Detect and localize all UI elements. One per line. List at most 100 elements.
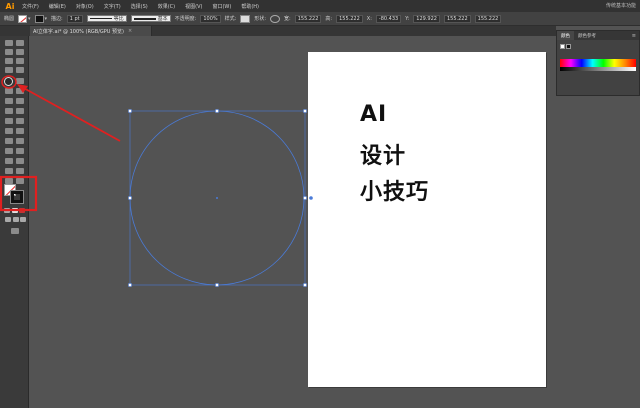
draw-inside-icon[interactable] bbox=[20, 217, 26, 222]
opacity-field[interactable]: 100% bbox=[200, 14, 221, 23]
resize-handle-se[interactable] bbox=[303, 283, 307, 287]
graphic-style-swatch[interactable] bbox=[240, 14, 251, 23]
x-field[interactable]: -80.433 bbox=[375, 14, 402, 23]
app-logo: Ai bbox=[5, 1, 15, 11]
brush-definition[interactable]: 基本 bbox=[130, 15, 171, 22]
symbol-sprayer-tool-icon[interactable] bbox=[5, 158, 13, 164]
zoom-tool-icon[interactable] bbox=[16, 178, 24, 184]
menu-view[interactable]: 视图(V) bbox=[185, 3, 202, 10]
eyedropper-tool-icon[interactable] bbox=[5, 148, 13, 154]
tab-color[interactable]: 颜色 bbox=[557, 31, 574, 40]
document-tab-bar: AI立体字.ai* @ 100% (RGB/GPU 预览) × bbox=[0, 26, 640, 36]
stroke-color-swatch[interactable] bbox=[10, 190, 24, 204]
resize-handle-sw[interactable] bbox=[128, 283, 132, 287]
slice-tool-icon[interactable] bbox=[16, 168, 24, 174]
y-label: Y: bbox=[405, 15, 410, 22]
artboard-text-line-1[interactable]: AI bbox=[360, 102, 387, 127]
menu-file[interactable]: 文件(F) bbox=[22, 3, 39, 10]
menu-effect[interactable]: 效果(C) bbox=[158, 3, 175, 10]
none-mode-icon[interactable] bbox=[19, 208, 25, 213]
column-graph-tool-icon[interactable] bbox=[16, 158, 24, 164]
curvature-tool-icon[interactable] bbox=[16, 58, 24, 64]
shape-builder-tool-icon[interactable] bbox=[5, 128, 13, 134]
resize-handle-ne[interactable] bbox=[303, 109, 307, 113]
ellipse-shape[interactable] bbox=[129, 110, 305, 286]
document-tab-title: AI立体字.ai* @ 100% (RGB/GPU 预览) bbox=[33, 28, 125, 35]
ellipse-tool-icon[interactable] bbox=[4, 77, 13, 86]
fill-swatch[interactable]: ▾ bbox=[18, 14, 31, 23]
resize-handle-e[interactable] bbox=[303, 196, 307, 200]
opacity-label: 不透明度: bbox=[174, 16, 197, 22]
ellipse-shape-icon[interactable] bbox=[270, 14, 281, 23]
color-spectrum[interactable] bbox=[560, 59, 636, 67]
bounding-box[interactable] bbox=[129, 110, 306, 286]
draw-normal-icon[interactable] bbox=[5, 217, 11, 222]
menu-help[interactable]: 帮助(H) bbox=[241, 3, 259, 10]
artboard-text-line-3[interactable]: 小技巧 bbox=[360, 174, 429, 206]
gradient-tool-icon[interactable] bbox=[16, 138, 24, 144]
menu-edit[interactable]: 编辑(E) bbox=[49, 3, 66, 10]
y-field[interactable]: 129.922 bbox=[413, 14, 440, 23]
line-tool-icon[interactable] bbox=[16, 67, 24, 73]
screen-mode-icon[interactable] bbox=[11, 228, 19, 234]
scissors-tool-icon[interactable] bbox=[16, 98, 24, 104]
h-label: 高: bbox=[325, 16, 333, 22]
type-tool-icon[interactable] bbox=[5, 67, 13, 73]
color-mode-icon[interactable] bbox=[12, 208, 18, 213]
height-field-2[interactable]: 155.222 bbox=[474, 14, 502, 23]
scale-tool-icon[interactable] bbox=[16, 108, 24, 114]
close-icon[interactable]: × bbox=[128, 28, 132, 34]
rotate-tool-icon[interactable] bbox=[5, 108, 13, 114]
illustrator-window: Ai 文件(F) 编辑(E) 对象(O) 文字(T) 选择(S) 效果(C) 视… bbox=[0, 0, 640, 408]
menu-window[interactable]: 窗口(W) bbox=[212, 3, 231, 10]
eraser-tool-icon[interactable] bbox=[5, 98, 13, 104]
panel-stroke-swatch[interactable] bbox=[566, 44, 571, 49]
grayscale-ramp[interactable] bbox=[560, 67, 636, 71]
chevron-down-icon: ▾ bbox=[44, 15, 48, 22]
draw-behind-icon[interactable] bbox=[13, 217, 19, 222]
variable-width-profile[interactable]: 等比 bbox=[86, 15, 127, 22]
artboard-tool-icon[interactable] bbox=[5, 168, 13, 174]
artboard-text-line-2[interactable]: 设计 bbox=[360, 138, 406, 170]
tools-panel bbox=[0, 36, 29, 408]
resize-handle-s[interactable] bbox=[215, 283, 219, 287]
panel-menu-icon[interactable]: ≡ bbox=[632, 33, 639, 39]
direct-selection-tool-icon[interactable] bbox=[16, 40, 24, 46]
stroke-swatch[interactable]: ▾ bbox=[34, 14, 48, 23]
resize-handle-nw[interactable] bbox=[128, 109, 132, 113]
profile-label: 等比 bbox=[113, 16, 124, 22]
blend-tool-icon[interactable] bbox=[16, 148, 24, 154]
selection-type-label: 椭圆 bbox=[4, 16, 15, 22]
lasso-tool-icon[interactable] bbox=[16, 49, 24, 55]
resize-handle-w[interactable] bbox=[128, 196, 132, 200]
menu-type[interactable]: 文字(T) bbox=[104, 3, 121, 10]
width-field[interactable]: 155.222 bbox=[294, 14, 322, 23]
perspective-grid-tool-icon[interactable] bbox=[16, 128, 24, 134]
selection-tool-icon[interactable] bbox=[5, 40, 13, 46]
menu-object[interactable]: 对象(O) bbox=[76, 3, 94, 10]
paintbrush-tool-icon[interactable] bbox=[16, 78, 24, 84]
height-field[interactable]: 155.222 bbox=[336, 14, 363, 23]
default-colors-icon[interactable] bbox=[4, 208, 10, 213]
mesh-tool-icon[interactable] bbox=[5, 138, 13, 144]
magic-wand-tool-icon[interactable] bbox=[5, 49, 13, 55]
stroke-weight-field[interactable]: 1 pt bbox=[66, 14, 83, 23]
panel-fill-swatch[interactable] bbox=[560, 44, 565, 49]
workspace-name[interactable]: 传统基本功能 bbox=[606, 2, 636, 9]
menu-bar: Ai 文件(F) 编辑(E) 对象(O) 文字(T) 选择(S) 效果(C) 视… bbox=[0, 0, 640, 12]
pen-tool-icon[interactable] bbox=[5, 58, 13, 64]
menu-select[interactable]: 选择(S) bbox=[131, 3, 148, 10]
panel-fill-stroke[interactable] bbox=[560, 44, 572, 49]
pencil-tool-icon[interactable] bbox=[16, 88, 24, 94]
canvas-area[interactable]: AI 设计 小技巧 bbox=[30, 36, 556, 408]
resize-handle-n[interactable] bbox=[215, 109, 219, 113]
free-transform-tool-icon[interactable] bbox=[16, 118, 24, 124]
tab-color-guide[interactable]: 颜色参考 bbox=[574, 31, 600, 40]
artboard[interactable]: AI 设计 小技巧 bbox=[308, 52, 546, 387]
right-panel-dock: 颜色 颜色参考 ≡ bbox=[556, 26, 640, 408]
w-label: 宽: bbox=[284, 16, 291, 22]
document-tab[interactable]: AI立体字.ai* @ 100% (RGB/GPU 预览) × bbox=[30, 26, 152, 36]
width-tool-icon[interactable] bbox=[5, 118, 13, 124]
width-field-2[interactable]: 155.222 bbox=[443, 14, 471, 23]
shaper-tool-icon[interactable] bbox=[5, 88, 13, 94]
